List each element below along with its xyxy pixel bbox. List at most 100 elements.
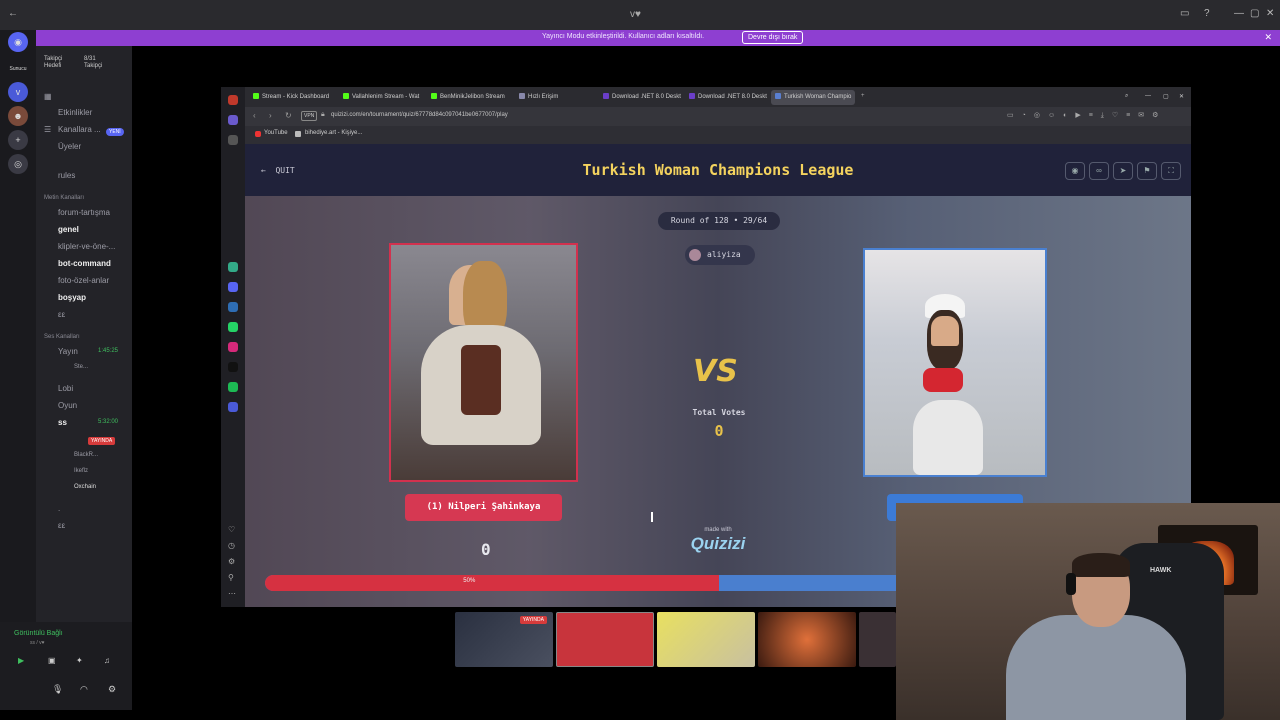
opera-logo-icon[interactable] (228, 95, 238, 105)
voice-user-2[interactable]: Ikeflz (74, 468, 88, 474)
tab-kick-dashboard[interactable]: Stream - Kick Dashboard (249, 90, 333, 105)
discover-icon[interactable]: ◎ (8, 154, 28, 174)
voice-ee-channel[interactable]: εε (58, 521, 65, 530)
voice-ss[interactable]: ss (58, 418, 67, 427)
channel-forum[interactable]: forum-tartışma (58, 208, 110, 217)
close-icon[interactable]: ✕ (1266, 8, 1274, 19)
tab-benminikjelibon[interactable]: BenMinikJelibon Stream (427, 90, 513, 105)
instagram-icon[interactable] (228, 342, 238, 352)
tab-dotnet-2[interactable]: Download .NET 8.0 Deskt (685, 90, 769, 105)
discord-sidebar-icon[interactable] (228, 282, 238, 292)
bookmarks-icon[interactable] (228, 135, 238, 145)
x-icon[interactable] (228, 362, 238, 372)
voice-lobi[interactable]: Lobi (58, 384, 73, 393)
rules-channel[interactable]: rules (58, 171, 75, 180)
lock-icon[interactable]: 🔒︎ (321, 111, 325, 119)
left-vote-count: 0 (481, 540, 491, 559)
url-field[interactable]: quizizi.com/en/tournament/quiz/67778d84c… (331, 112, 508, 118)
settings-sidebar-icon[interactable]: ⚙ (228, 557, 238, 567)
text-category[interactable]: Metin Kanalları (44, 195, 84, 201)
search-icon[interactable]: ⌕ (1121, 90, 1135, 105)
server-icon-active[interactable]: ᴠ (8, 82, 28, 102)
minimize-icon[interactable]: — (1234, 8, 1244, 19)
voice-category[interactable]: Ses Kanalları (44, 334, 80, 340)
spotify-icon[interactable] (228, 382, 238, 392)
minimize-browser-icon[interactable]: — (1141, 90, 1155, 105)
home-icon[interactable] (228, 115, 238, 125)
sidebar-app-2-icon[interactable] (228, 402, 238, 412)
tab-quick-access[interactable]: Hızlı Erişim (515, 90, 595, 105)
channel-klipler[interactable]: klipler-ve-öne-... (58, 242, 115, 251)
screen-share-icon[interactable]: ▣ (48, 656, 56, 665)
help-icon[interactable]: ? (1204, 8, 1210, 19)
voice-user-1[interactable]: BlackR... (74, 452, 98, 458)
flag-icon[interactable]: ⚑ (1137, 162, 1157, 180)
stream-thumbnail-4[interactable] (758, 612, 856, 667)
channels-item[interactable]: Kanallara ... (58, 125, 101, 134)
left-contestant-image[interactable] (389, 243, 578, 482)
whatsapp-icon[interactable] (228, 322, 238, 332)
channel-bosyap[interactable]: boşyap (58, 293, 86, 302)
new-tab-button[interactable]: + (857, 90, 871, 105)
history-icon[interactable]: ◷ (228, 541, 238, 551)
voice-user-3[interactable]: Oxchain (74, 484, 96, 490)
voice-yayin[interactable]: Yayın (58, 347, 78, 356)
stream-thumbnail-5[interactable] (859, 612, 896, 667)
headphones-icon[interactable]: ◠ (80, 684, 88, 695)
members-item[interactable]: Üyeler (58, 142, 81, 151)
forward-nav-icon[interactable]: › (269, 111, 272, 120)
settings-icon[interactable]: ⚙ (108, 684, 116, 695)
stream-thumbnail-1[interactable]: YAYINDA (455, 612, 553, 667)
maximize-icon[interactable]: ▢ (1250, 8, 1259, 19)
stream-thumbnail-2[interactable] (556, 612, 654, 667)
mic-icon[interactable]: 🎙 (52, 684, 63, 695)
channel-ee[interactable]: εε (58, 310, 65, 319)
creator-name: aliyiza (707, 250, 741, 259)
soundboard-icon[interactable]: ♫ (104, 656, 110, 665)
right-contestant-image[interactable] (863, 248, 1047, 477)
server-icon-2[interactable]: ☻ (8, 106, 28, 126)
reload-icon[interactable]: ↻ (285, 111, 292, 120)
back-icon[interactable]: ← (8, 8, 18, 19)
events-item[interactable]: Etkinlikler (58, 108, 92, 117)
tab-quiz-active[interactable]: Turkish Woman Champio (771, 90, 855, 105)
tab-vallahlenim[interactable]: Vallahlenim Stream - Wat (339, 90, 423, 105)
left-contestant-name-button[interactable]: (1) Nilperi Şahinkaya (405, 494, 562, 521)
more-icon[interactable]: ⋯ (228, 589, 238, 599)
quizizi-logo[interactable]: Quizizi (685, 534, 751, 554)
activities-icon[interactable]: ✦ (76, 656, 83, 665)
discord-home-icon[interactable]: ◉ (8, 32, 28, 52)
link-icon[interactable]: ∞ (1089, 162, 1109, 180)
vpn-badge[interactable]: VPN (301, 111, 318, 121)
bookmark-bihediye[interactable]: bihediye.art - Kişiye... (305, 130, 362, 136)
restore-browser-icon[interactable]: ▢ (1159, 90, 1173, 105)
eye-icon[interactable]: ◉ (1065, 162, 1085, 180)
channel-foto[interactable]: foto-özel-anlar (58, 276, 109, 285)
sidebar-app-1-icon[interactable] (228, 262, 238, 272)
send-icon[interactable]: ➤ (1113, 162, 1133, 180)
stream-user[interactable]: Ste... (74, 364, 88, 370)
extensions-icon[interactable]: ▭◔◎☺◐▶≡⤓♡≡✉⚙ (1007, 111, 1166, 120)
close-browser-icon[interactable]: ✕ (1175, 90, 1189, 105)
add-server-icon[interactable]: + (8, 130, 28, 150)
heart-icon[interactable]: ♡ (228, 525, 238, 535)
stream-thumbnail-3[interactable] (657, 612, 755, 667)
vote-progress-label: 50% (463, 578, 476, 584)
voice-oyun[interactable]: Oyun (58, 401, 77, 410)
bookmark-youtube[interactable]: YouTube (264, 130, 288, 136)
channel-bot-command[interactable]: bot-command (58, 259, 111, 268)
voice-dot-channel[interactable]: . (58, 504, 60, 513)
screen-icon[interactable]: ▭ (1180, 8, 1189, 19)
kick-favicon-icon (431, 93, 437, 99)
tab-dotnet-1[interactable]: Download .NET 8.0 Deskt (599, 90, 683, 105)
creator-chip[interactable]: aliyiza (685, 245, 755, 265)
disable-streamer-mode-button[interactable]: Devre dışı bırak (742, 31, 804, 44)
camera-icon[interactable]: ▶ (18, 656, 24, 665)
pin-icon[interactable]: ⚲ (228, 573, 238, 583)
fullscreen-icon[interactable]: ⛶ (1161, 162, 1181, 180)
banner-close-icon[interactable]: ✕ (1264, 32, 1272, 43)
back-nav-icon[interactable]: ‹ (253, 111, 256, 120)
messenger-icon[interactable] (228, 302, 238, 312)
youtube-icon (255, 131, 261, 137)
channel-genel[interactable]: genel (58, 225, 79, 234)
